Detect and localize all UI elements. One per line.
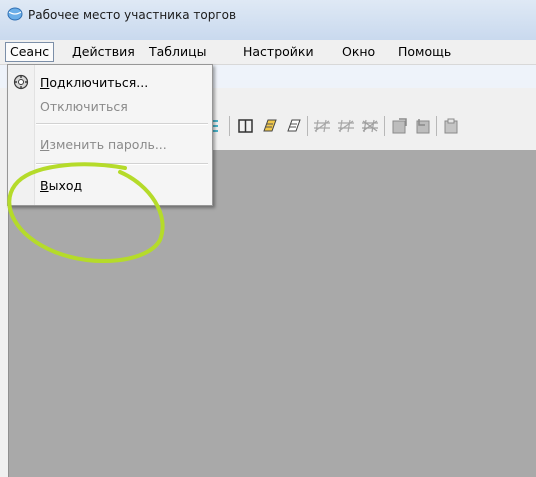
window-title: Рабочее место участника торгов: [28, 8, 237, 22]
export-icon[interactable]: [390, 116, 410, 136]
menu-item-disconnect[interactable]: Отключиться: [40, 98, 128, 116]
menu-separator: [36, 123, 208, 125]
disconnect-label: Отключиться: [40, 99, 128, 114]
grid-strike-icon-1[interactable]: [312, 116, 332, 136]
import-icon[interactable]: [414, 116, 434, 136]
exit-label: ыход: [48, 178, 83, 193]
connect-mnemonic: П: [40, 75, 50, 90]
book-yellow-icon[interactable]: [260, 116, 280, 136]
connect-label: одключиться...: [49, 75, 149, 90]
toolbar-separator: [307, 116, 308, 136]
menu-separator: [36, 163, 208, 165]
change-password-label: зменить пароль...: [49, 137, 167, 152]
toolbar-separator: [229, 116, 230, 136]
session-dropdown-menu: Подключиться... Отключиться Изменить пар…: [7, 64, 213, 206]
columns-icon[interactable]: [236, 116, 256, 136]
menu-window[interactable]: Окно: [338, 43, 379, 61]
change-password-mnemonic: И: [40, 137, 50, 152]
print-icon[interactable]: [442, 116, 462, 136]
menu-help[interactable]: Помощь: [394, 43, 455, 61]
connect-gear-icon: [13, 74, 29, 90]
menu-settings[interactable]: Настройки: [239, 43, 318, 61]
menu-bar: Сеанс Действия Таблицы Настройки Окно По…: [0, 40, 536, 65]
menu-session[interactable]: Сеанс: [5, 42, 55, 62]
title-bar: Рабочее место участника торгов: [0, 0, 536, 40]
menu-item-connect[interactable]: Подключиться...: [40, 74, 148, 92]
app-globe-icon: [7, 7, 23, 21]
toolbar-separator: [436, 116, 437, 136]
toolbar-separator: [384, 116, 385, 136]
menu-tables[interactable]: Таблицы: [145, 43, 211, 61]
menu-actions[interactable]: Действия: [68, 43, 139, 61]
book-outline-icon[interactable]: [284, 116, 304, 136]
menu-item-exit[interactable]: Выход: [40, 177, 82, 195]
exit-mnemonic: В: [40, 178, 49, 193]
grid-strike-icon-2[interactable]: [336, 116, 356, 136]
grid-strike-icon-3[interactable]: [360, 116, 380, 136]
menu-item-change-password[interactable]: Изменить пароль...: [40, 136, 167, 154]
